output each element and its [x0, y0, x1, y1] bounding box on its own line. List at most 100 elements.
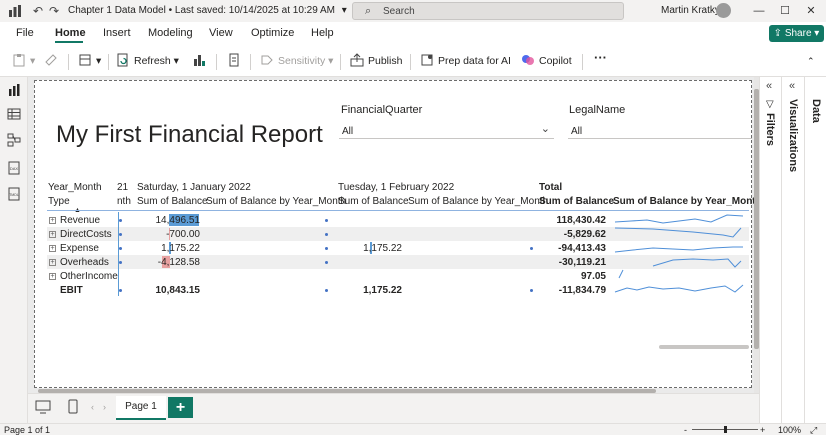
maximize-icon[interactable]: ☐: [776, 3, 794, 19]
more-options-button[interactable]: ···: [594, 49, 607, 67]
expand-pane-icon[interactable]: «: [789, 80, 795, 92]
cell-otherincome-total[interactable]: 97.05: [540, 271, 606, 282]
zoom-slider-thumb[interactable]: [724, 426, 727, 433]
collapse-ribbon-icon[interactable]: ⌃: [807, 52, 815, 70]
tab-page-1[interactable]: Page 1: [116, 396, 166, 420]
sparkline-point: [325, 289, 328, 292]
get-data-button[interactable]: ▾: [78, 52, 101, 70]
tab-home[interactable]: Home: [55, 27, 86, 39]
tab-file[interactable]: File: [16, 27, 34, 39]
cell-expense-jan[interactable]: 1,175.22: [150, 243, 200, 254]
expand-icon[interactable]: +: [49, 273, 56, 280]
column-header-jan[interactable]: Saturday, 1 January 2022: [137, 182, 251, 193]
row-label[interactable]: Overheads: [60, 257, 109, 268]
subheader-feb-spark[interactable]: Sum of Balance by Year_Month: [408, 196, 548, 207]
share-icon: ⇪: [773, 28, 785, 39]
cell-directcosts-total[interactable]: -5,829.62: [540, 229, 606, 240]
sparkline-point: [119, 289, 122, 292]
undo-icon[interactable]: ↶: [30, 3, 46, 19]
zoom-in-button[interactable]: +: [760, 425, 765, 435]
cell-revenue-jan[interactable]: 14,496.51: [150, 215, 201, 226]
zoom-out-button[interactable]: -: [684, 425, 687, 435]
sparkline-otherincome: [618, 269, 624, 279]
redo-icon[interactable]: ↷: [46, 3, 62, 19]
cell-overheads-total[interactable]: -30,119.21: [540, 257, 606, 268]
expand-pane-icon[interactable]: «: [766, 80, 772, 92]
cell-overheads-jan[interactable]: -4,128.58: [150, 257, 200, 268]
prep-data-for-ai-button[interactable]: Prep data for AI: [420, 52, 511, 70]
cell-expense-total[interactable]: -94,413.43: [540, 243, 606, 254]
cell-revenue-total[interactable]: 118,430.42: [540, 215, 607, 226]
sparkline-point: [119, 247, 122, 250]
column-group-header: Year_Month: [48, 182, 102, 193]
scroll-tabs-left-icon[interactable]: ‹: [91, 402, 94, 412]
total-row-label[interactable]: EBIT: [60, 285, 83, 296]
sensitivity-button[interactable]: Sensitivity ▾: [260, 52, 333, 70]
publish-button[interactable]: Publish: [350, 52, 402, 70]
search-box[interactable]: ⌕ Search: [352, 2, 624, 20]
tab-insert[interactable]: Insert: [103, 27, 131, 39]
desktop-layout-icon[interactable]: [35, 400, 51, 414]
expand-icon[interactable]: +: [49, 245, 56, 252]
document-title[interactable]: Chapter 1 Data Model • Last saved: 10/14…: [68, 5, 347, 16]
report-view-icon[interactable]: [7, 83, 21, 97]
cell-ebit-feb[interactable]: 1,175.22: [342, 285, 402, 296]
data-pane[interactable]: Data: [804, 77, 826, 423]
row-header-type[interactable]: Type: [48, 196, 70, 207]
row-label[interactable]: Revenue: [60, 215, 100, 226]
cell-directcosts-jan[interactable]: -700.00: [150, 229, 200, 240]
cell-ebit-jan[interactable]: 10,843.15: [140, 285, 201, 296]
minimize-icon[interactable]: —: [750, 3, 768, 19]
fit-to-page-icon[interactable]: ⤢: [810, 425, 817, 435]
copilot-button[interactable]: Copilot: [521, 52, 572, 70]
slicer-value: All: [571, 126, 583, 137]
tab-optimize[interactable]: Optimize: [251, 27, 294, 39]
new-page-button[interactable]: [227, 52, 245, 70]
tab-help[interactable]: Help: [311, 27, 334, 39]
subheader-total-sum[interactable]: Sum of Balance: [539, 196, 614, 207]
expand-icon[interactable]: +: [49, 231, 56, 238]
document-menu-chevron-icon[interactable]: ▾: [342, 5, 347, 16]
model-view-icon[interactable]: [7, 133, 21, 147]
subheader-feb-sum[interactable]: Sum of Balance: [338, 196, 409, 207]
publish-label: Publish: [368, 55, 403, 67]
sparkline-overheads: [652, 258, 742, 268]
cell-ebit-total[interactable]: -11,834.79: [540, 285, 606, 296]
subheader-jan-spark[interactable]: Sum of Balance by Year_Month: [206, 196, 346, 207]
cell-expense-feb[interactable]: 1,175.22: [352, 243, 402, 254]
paste-button[interactable]: ▾: [12, 52, 35, 70]
expand-icon[interactable]: +: [49, 259, 56, 266]
row-label[interactable]: Expense: [60, 243, 99, 254]
dax-query-view-icon[interactable]: DAX: [7, 161, 21, 175]
row-label[interactable]: DirectCosts: [60, 229, 112, 240]
tab-view[interactable]: View: [209, 27, 233, 39]
avatar[interactable]: [716, 3, 731, 18]
column-header-feb[interactable]: Tuesday, 1 February 2022: [338, 182, 454, 193]
matrix-scrollbar[interactable]: [659, 345, 749, 349]
table-view-icon[interactable]: [7, 107, 21, 121]
subheader-total-spark[interactable]: Sum of Balance by Year_Month: [613, 196, 762, 207]
visualizations-pane[interactable]: « Visualizations: [781, 77, 804, 423]
new-visual-button[interactable]: [192, 52, 210, 70]
tab-modeling[interactable]: Modeling: [148, 27, 193, 39]
share-button[interactable]: ⇪ Share ▾: [769, 25, 824, 42]
refresh-icon: [117, 53, 128, 67]
slicer-legal-name[interactable]: All: [568, 121, 752, 139]
row-label[interactable]: OtherIncome: [60, 271, 118, 282]
refresh-button[interactable]: Refresh ▾: [116, 52, 179, 70]
mobile-layout-icon[interactable]: [68, 399, 78, 414]
sparkline-expense: [614, 246, 743, 253]
add-page-button[interactable]: +: [168, 397, 193, 418]
filters-pane[interactable]: « ▽ Filters: [759, 77, 781, 423]
format-painter-button[interactable]: [44, 52, 62, 70]
tmdl-view-icon[interactable]: TMDL: [7, 187, 21, 201]
user-name[interactable]: Martin Kratky: [661, 5, 720, 16]
close-icon[interactable]: ✕: [802, 3, 820, 19]
scroll-tabs-right-icon[interactable]: ›: [103, 402, 106, 412]
ribbon-separator: [340, 54, 341, 70]
subheader-jan-sum[interactable]: Sum of Balance: [137, 196, 208, 207]
slicer-financial-quarter[interactable]: All ⌄: [339, 121, 554, 139]
expand-icon[interactable]: +: [49, 217, 56, 224]
report-title[interactable]: My First Financial Report: [56, 121, 323, 149]
zoom-level[interactable]: 100%: [778, 425, 801, 435]
